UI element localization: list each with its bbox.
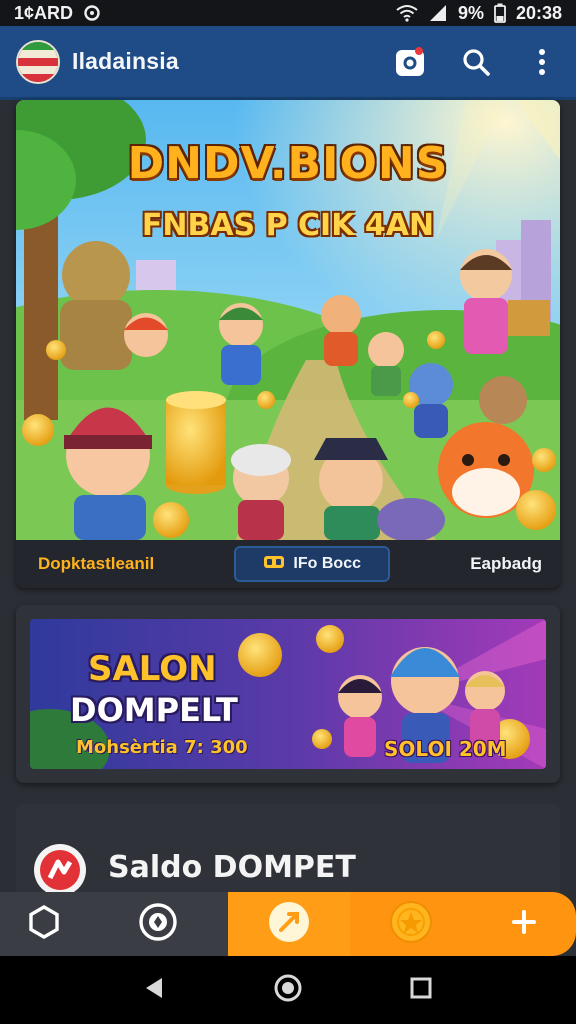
hero-title: DNDV.BIONS xyxy=(127,138,449,189)
hero-tabs: Dopktastleanil IFo Bocc Eapbadg xyxy=(16,540,560,588)
nav-item-hexagon[interactable] xyxy=(0,892,88,956)
carrier-label: 1¢ARD xyxy=(14,2,74,23)
banner-title-line2: DOMPELT xyxy=(70,691,238,729)
back-icon[interactable] xyxy=(142,975,168,1006)
coin-icon[interactable] xyxy=(389,900,433,949)
clock: 20:38 xyxy=(515,2,562,23)
screen: 1¢ARD 9% 20:38 Iladainsia DNDV.BIONS FNB… xyxy=(0,0,576,1024)
arrow-icon xyxy=(267,900,311,949)
status-bar: 1¢ARD 9% 20:38 xyxy=(0,0,576,26)
hero-illustration[interactable]: DNDV.BIONS FNBAS P CIK 4AN xyxy=(16,100,560,540)
app-bar: Iladainsia xyxy=(0,26,576,100)
glasses-icon xyxy=(263,554,285,575)
promo-banner[interactable]: SALON DOMPELT Mohsèrtia 7: 300 SOLOI 20M xyxy=(30,619,546,769)
home-icon[interactable] xyxy=(273,973,303,1008)
tab-mid[interactable]: IFo Bocc xyxy=(234,546,391,582)
nav-item-arrow[interactable] xyxy=(228,892,350,956)
recents-icon[interactable] xyxy=(408,975,434,1006)
hero-card[interactable]: DNDV.BIONS FNBAS P CIK 4AN Dopktastleani… xyxy=(16,100,560,588)
status-right: 9% 20:38 xyxy=(396,3,562,24)
status-left: 1¢ARD xyxy=(14,3,101,24)
banner-subtitle-left: Mohsèrtia 7: 300 xyxy=(76,737,248,758)
app-actions xyxy=(392,44,560,80)
flag-logo-icon[interactable] xyxy=(16,39,60,84)
banner-subtitle-right: SOLOI 20M xyxy=(384,737,507,761)
battery-icon xyxy=(494,3,506,23)
battery-percent: 9% xyxy=(457,2,484,23)
app-title: Iladainsia xyxy=(72,48,179,74)
nav-item-coin-plus[interactable] xyxy=(350,892,576,956)
hero-subtitle: FNBAS P CIK 4AN xyxy=(141,208,435,243)
plus-icon[interactable] xyxy=(511,909,537,940)
wifi-icon xyxy=(396,4,418,22)
tab-right[interactable]: Eapbadg xyxy=(470,554,542,574)
tab-left[interactable]: Dopktastleanil xyxy=(38,554,154,574)
nav-item-globe[interactable] xyxy=(88,892,228,956)
system-nav xyxy=(0,956,576,1024)
wallet-title: Saldo DOMPET xyxy=(108,850,356,885)
search-icon[interactable] xyxy=(458,44,494,80)
banner-card[interactable]: SALON DOMPELT Mohsèrtia 7: 300 SOLOI 20M xyxy=(16,605,560,783)
signal-icon xyxy=(428,4,448,22)
sync-icon xyxy=(83,4,101,22)
bottom-nav xyxy=(0,892,576,956)
more-vert-icon[interactable] xyxy=(524,44,560,80)
wallet-logo-icon xyxy=(34,844,86,896)
banner-title-line1: SALON xyxy=(88,649,217,689)
hexagon-icon xyxy=(26,904,62,945)
globe-icon xyxy=(138,902,178,947)
tab-mid-label: IFo Bocc xyxy=(293,555,361,572)
camera-icon[interactable] xyxy=(392,44,428,80)
